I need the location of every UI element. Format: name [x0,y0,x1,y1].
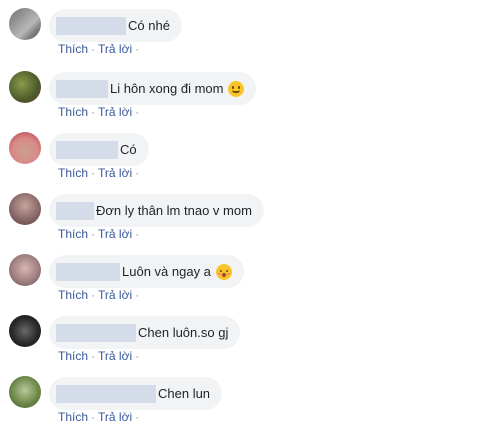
reply-link[interactable]: Trả lời [98,349,132,363]
action-separator: · [135,288,140,302]
comment-bubble: Li hôn xong đi mom [49,72,257,105]
action-separator: · [91,42,96,56]
comment-actions: Thích · Trả lời · [58,105,142,119]
comment-item: Có Thích · Trả lời · [0,124,492,185]
comment-item: Đơn ly thân lm tnao v mom Thích · Trả lời · [0,185,492,246]
reply-link[interactable]: Trả lời [98,288,132,302]
comment-text: Li hôn xong đi mom [110,81,224,96]
comment-bubble: Chen lun [49,377,223,410]
like-link[interactable]: Thích [58,166,88,180]
blurred-username[interactable] [56,16,126,35]
reply-link[interactable]: Trả lời [98,166,132,180]
comment-text: Chen lun [158,386,211,401]
comment-item: Li hôn xong đi mom Thích · Trả lời · [0,63,492,124]
action-separator: · [91,410,96,424]
comment-text: Có nhé [128,18,170,33]
comment-actions: Thích · Trả lời · [58,410,142,424]
avatar[interactable] [9,254,41,286]
action-separator: · [91,166,96,180]
comment-text: Chen luôn.so gj [138,325,229,340]
like-link[interactable]: Thích [58,288,88,302]
like-link[interactable]: Thích [58,227,88,241]
blurred-username[interactable] [56,384,156,403]
comment-bubble: Luôn và ngay a [49,255,244,288]
comment-actions: Thích · Trả lời · [58,288,142,302]
avatar[interactable] [9,71,41,103]
comment-text: Luôn và ngay a [122,264,211,279]
comment-bubble: Có [49,133,149,166]
action-separator: · [91,227,96,241]
action-separator: · [135,166,140,180]
action-separator: · [135,410,140,424]
avatar[interactable] [9,193,41,225]
reply-link[interactable]: Trả lời [98,227,132,241]
reply-link[interactable]: Trả lời [98,105,132,119]
action-separator: · [91,105,96,119]
blurred-username[interactable] [56,262,120,281]
reply-link[interactable]: Trả lời [98,410,132,424]
comment-text: Đơn ly thân lm tnao v mom [96,203,252,218]
comment-actions: Thích · Trả lời · [58,227,142,241]
avatar[interactable] [9,376,41,408]
like-link[interactable]: Thích [58,410,88,424]
avatar[interactable] [9,132,41,164]
action-separator: · [135,349,140,363]
comment-item: Luôn và ngay a Thích · Trả lời · [0,246,492,307]
action-separator: · [91,349,96,363]
blurred-username[interactable] [56,201,94,220]
comment-actions: Thích · Trả lời · [58,42,142,56]
comment-bubble: Có nhé [49,9,182,42]
action-separator: · [91,288,96,302]
like-link[interactable]: Thích [58,349,88,363]
comment-item: Có nhé Thích · Trả lời · [0,0,492,61]
kissing-emoji-icon [215,263,232,280]
smile-emoji-icon [228,80,245,97]
action-separator: · [135,227,140,241]
comment-bubble: Chen luôn.so gj [49,316,241,349]
comment-text: Có [120,142,137,157]
action-separator: · [135,42,140,56]
blurred-username[interactable] [56,79,108,98]
like-link[interactable]: Thích [58,42,88,56]
reply-link[interactable]: Trả lời [98,42,132,56]
comment-bubble: Đơn ly thân lm tnao v mom [49,194,264,227]
comment-actions: Thích · Trả lời · [58,166,142,180]
comment-item: Chen lun Thích · Trả lời · [0,368,492,429]
avatar[interactable] [9,315,41,347]
blurred-username[interactable] [56,323,136,342]
like-link[interactable]: Thích [58,105,88,119]
action-separator: · [135,105,140,119]
blurred-username[interactable] [56,140,118,159]
avatar[interactable] [9,8,41,40]
comment-actions: Thích · Trả lời · [58,349,142,363]
comment-item: Chen luôn.so gj Thích · Trả lời · [0,307,492,368]
